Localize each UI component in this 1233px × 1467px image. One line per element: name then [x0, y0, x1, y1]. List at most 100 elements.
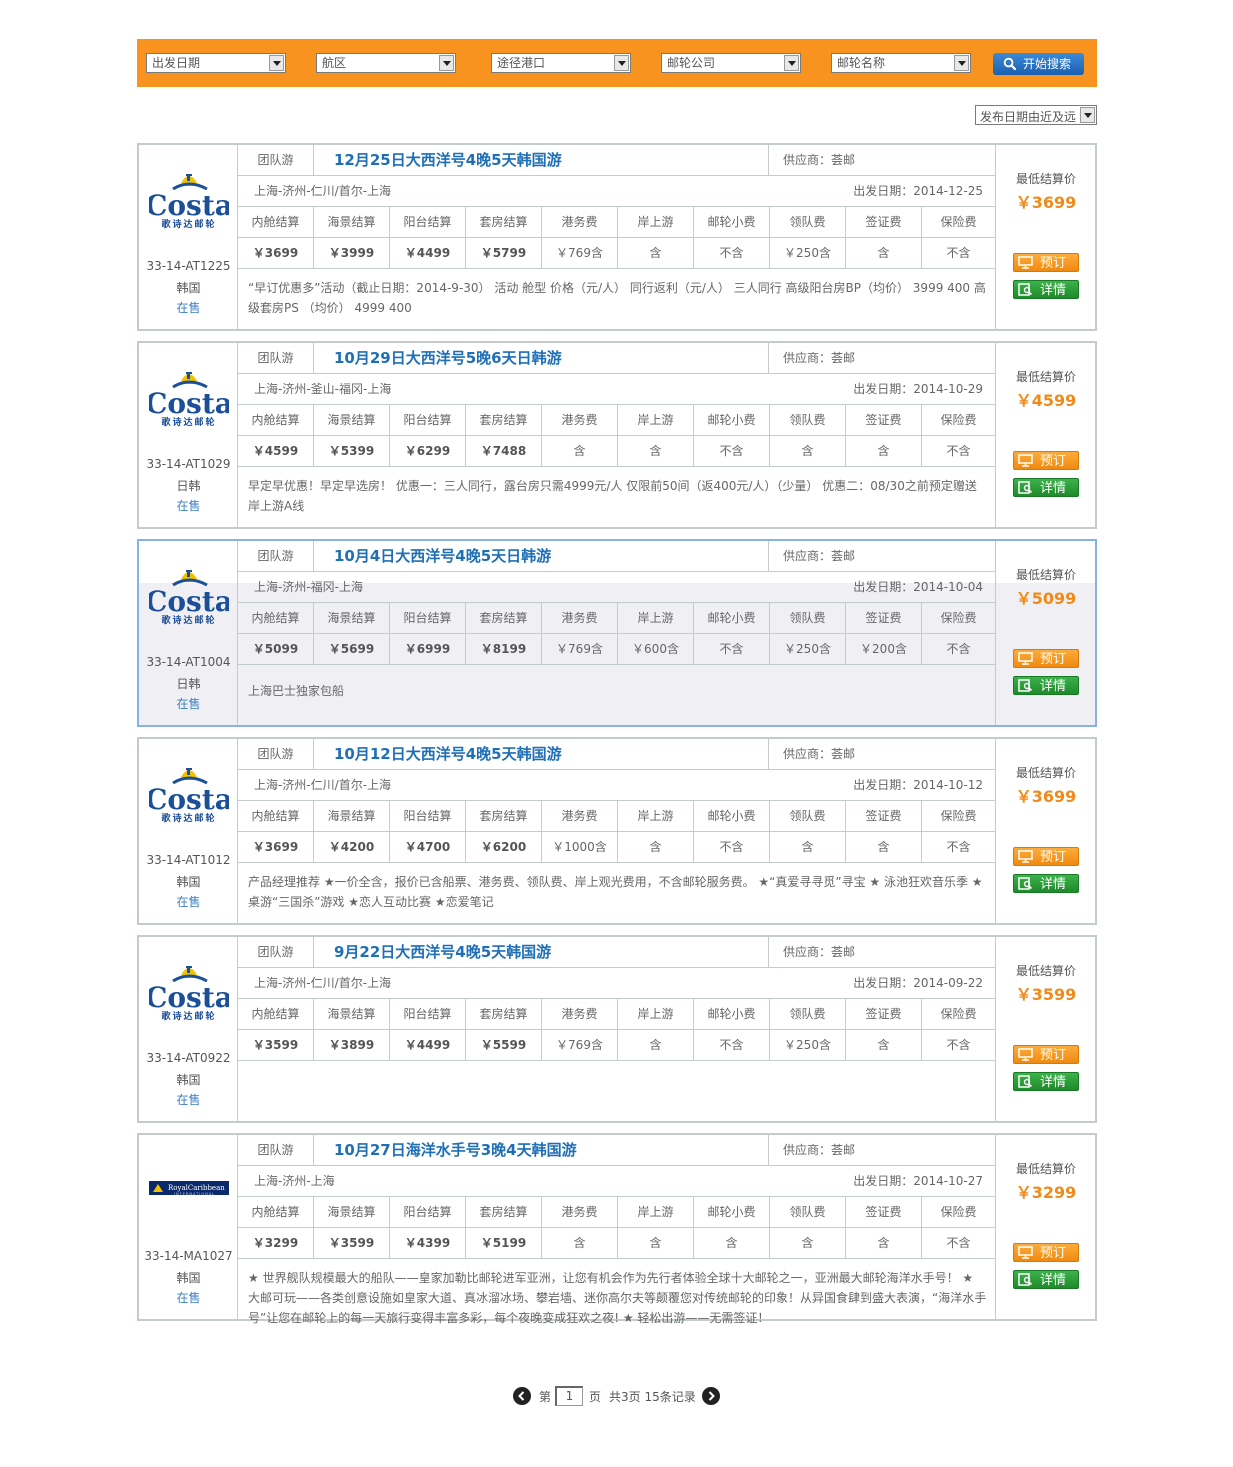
column-header: 岸上游: [618, 801, 694, 832]
price-cell: 含: [542, 436, 618, 467]
destination: 韩国: [176, 281, 201, 295]
svg-text:歌诗达邮轮: 歌诗达邮轮: [161, 812, 216, 823]
departure-date: 出发日期：2014-09-22: [853, 976, 983, 990]
price-cell: 含: [694, 1228, 770, 1259]
detail-button[interactable]: 详情: [1013, 874, 1079, 893]
cruise-title-link[interactable]: 10月4日大西洋号4晚5天日韩游: [334, 541, 551, 571]
column-header: 邮轮小费: [694, 603, 770, 634]
column-header: 海景结算: [314, 603, 390, 634]
tour-type: 团队游: [238, 937, 314, 967]
destination: 韩国: [176, 1271, 201, 1285]
port-select[interactable]: 途径港口: [491, 53, 631, 73]
action-column: 最低结算价 ￥3699 预订 详情: [995, 145, 1095, 329]
book-button[interactable]: 预订: [1013, 1243, 1079, 1262]
svg-text:歌诗达邮轮: 歌诗达邮轮: [161, 1010, 216, 1021]
price-table: 内舱结算 海景结算 阳台结算 套房结算 港务费 岸上游 邮轮小费 领队费 签证费 保险费 ￥3699…: [238, 207, 995, 269]
status-label: 在售: [176, 1093, 201, 1107]
supplier: 供应商：荟邮: [768, 937, 995, 967]
price-table: 内舱结算 海景结算 阳台结算 套房结算 港务费 岸上游 邮轮小费 领队费 签证费 保险费 ￥3299…: [238, 1197, 995, 1259]
detail-button[interactable]: 详情: [1013, 280, 1079, 299]
price-cell: 含: [846, 436, 922, 467]
column-header: 保险费: [922, 603, 995, 634]
column-header: 阳台结算: [390, 999, 466, 1030]
description: 上海巴士独家包船: [248, 684, 345, 698]
search-bar: 出发日期 航区 途径港口 邮轮公司 邮轮名称 开始搜索: [137, 39, 1097, 87]
detail-button[interactable]: 详情: [1013, 1072, 1079, 1091]
price-cell: ￥3299: [238, 1228, 314, 1259]
price-cell: 不含: [694, 238, 770, 269]
cruise-title-link[interactable]: 10月12日大西洋号4晚5天韩国游: [334, 739, 562, 769]
cruise-title-link[interactable]: 10月27日海洋水手号3晚4天韩国游: [334, 1135, 577, 1165]
price-cell: ￥4499: [390, 1030, 466, 1061]
column-header: 领队费: [770, 603, 846, 634]
price-cell: 含: [770, 832, 846, 863]
column-header: 领队费: [770, 207, 846, 238]
book-button[interactable]: 预订: [1013, 847, 1079, 866]
cruise-company-select[interactable]: 邮轮公司: [661, 53, 801, 73]
svg-text:歌诗达邮轮: 歌诗达邮轮: [161, 416, 216, 427]
column-header: 内舱结算: [238, 207, 314, 238]
cruise-title-link[interactable]: 9月22日大西洋号4晚5天韩国游: [334, 937, 551, 967]
price-cell: 不含: [922, 832, 995, 863]
column-header: 邮轮小费: [694, 1197, 770, 1228]
detail-button[interactable]: 详情: [1013, 676, 1079, 695]
departure-date-select[interactable]: 出发日期: [146, 53, 286, 73]
column-header: 邮轮小费: [694, 405, 770, 436]
route-row: 上海-济州-仁川/首尔-上海 出发日期：2014-10-12: [238, 770, 995, 801]
book-button-label: 预订: [1040, 850, 1067, 865]
magnifier-doc-icon: [1018, 283, 1033, 296]
chevron-down-icon: [1080, 107, 1095, 123]
next-page-button[interactable]: [702, 1387, 720, 1405]
cruise-title-link[interactable]: 12月25日大西洋号4晚5天韩国游: [334, 145, 562, 175]
price-cell: 不含: [694, 832, 770, 863]
column-header: 阳台结算: [390, 405, 466, 436]
column-header: 领队费: [770, 801, 846, 832]
column-header: 套房结算: [466, 405, 542, 436]
search-button[interactable]: 开始搜索: [993, 53, 1084, 75]
column-header: 签证费: [846, 1197, 922, 1228]
book-button-label: 预订: [1040, 652, 1067, 667]
sort-select[interactable]: 发布日期由近及远: [975, 105, 1097, 125]
column-header: 港务费: [542, 603, 618, 634]
supplier: 供应商：荟邮: [768, 541, 995, 571]
price-cell: 含: [618, 238, 694, 269]
product-code: 33-14-AT1012: [146, 853, 231, 867]
column-header: 内舱结算: [238, 603, 314, 634]
supplier: 供应商：荟邮: [768, 145, 995, 175]
price-cell: 含: [846, 238, 922, 269]
departure-date: 出发日期：2014-10-27: [853, 1174, 983, 1188]
book-button[interactable]: 预订: [1013, 649, 1079, 668]
detail-button-label: 详情: [1040, 1075, 1067, 1090]
price-table: 内舱结算 海景结算 阳台结算 套房结算 港务费 岸上游 邮轮小费 领队费 签证费 保险费 ￥3699…: [238, 801, 995, 863]
min-price-label: 最低结算价: [1015, 766, 1076, 780]
book-button[interactable]: 预订: [1013, 1045, 1079, 1064]
price-cell: ￥600含: [618, 634, 694, 665]
price-cell: ￥7488: [466, 436, 542, 467]
cruise-name-select[interactable]: 邮轮名称: [831, 53, 971, 73]
price-cell: ￥250含: [770, 1030, 846, 1061]
costa-logo: Costa 歌诗达邮轮: [145, 367, 233, 428]
prev-page-button[interactable]: [513, 1387, 531, 1405]
column-header: 内舱结算: [238, 801, 314, 832]
tour-type: 团队游: [238, 343, 314, 373]
book-button[interactable]: 预订: [1013, 253, 1079, 272]
detail-button-label: 详情: [1040, 877, 1067, 892]
column-header: 领队费: [770, 1197, 846, 1228]
title-row: 团队游 10月29日大西洋号5晚6天日韩游 供应商：荟邮: [238, 343, 995, 374]
price-cell: ￥5799: [466, 238, 542, 269]
price-cell: ￥1000含: [542, 832, 618, 863]
logo-column: Costa 歌诗达邮轮 33-14-AT1029 日韩 在售: [139, 343, 238, 527]
logo-column: Costa 歌诗达邮轮 33-14-AT1012 韩国 在售: [139, 739, 238, 923]
route: 上海-济州-仁川/首尔-上海: [254, 976, 392, 990]
book-button[interactable]: 预订: [1013, 451, 1079, 470]
cruise-title-link[interactable]: 10月29日大西洋号5晚6天日韩游: [334, 343, 562, 373]
detail-button-label: 详情: [1040, 1273, 1067, 1288]
page-number-input[interactable]: 1: [555, 1386, 583, 1406]
action-column: 最低结算价 ￥3599 预订 详情: [995, 937, 1095, 1121]
region-select[interactable]: 航区: [316, 53, 456, 73]
min-price-label: 最低结算价: [1015, 568, 1076, 582]
detail-button[interactable]: 详情: [1013, 1270, 1079, 1289]
route-row: 上海-济州-仁川/首尔-上海 出发日期：2014-12-25: [238, 176, 995, 207]
price-cell: ￥769含: [542, 238, 618, 269]
detail-button[interactable]: 详情: [1013, 478, 1079, 497]
